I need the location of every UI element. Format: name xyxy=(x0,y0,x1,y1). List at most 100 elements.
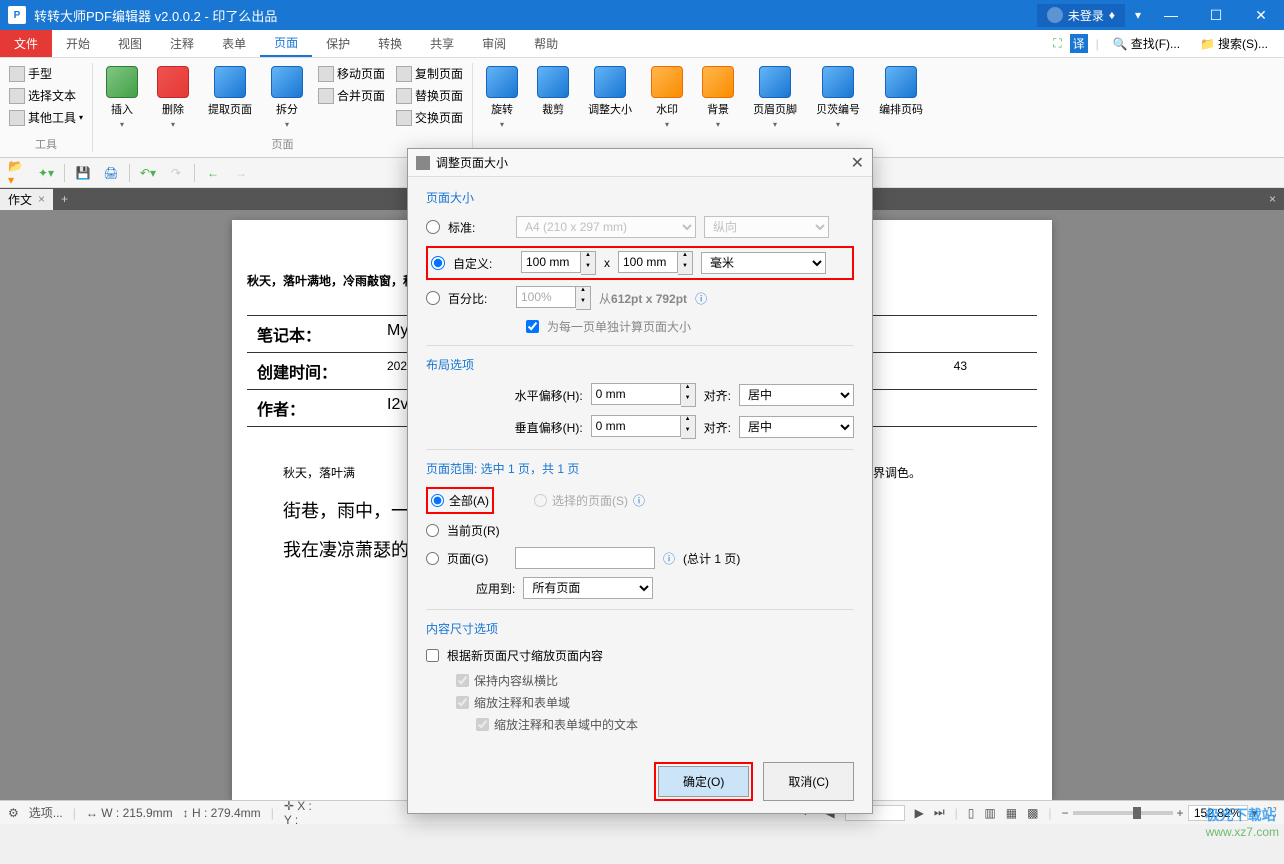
other-tools[interactable]: 其他工具 ▾ xyxy=(5,107,87,128)
custom-radio[interactable] xyxy=(431,256,445,270)
unit-select[interactable]: 毫米 xyxy=(701,252,826,274)
info-icon-3[interactable]: ⓘ xyxy=(663,550,675,567)
zoom-dropdown-icon[interactable]: ▾ xyxy=(1252,806,1258,820)
crop-button[interactable]: 裁剪 xyxy=(529,63,577,120)
layout-two-icon[interactable]: ▦ xyxy=(1006,806,1017,820)
redo-button[interactable]: ↷ xyxy=(166,163,186,183)
pages-radio[interactable] xyxy=(426,552,439,565)
v-offset-label: 垂直偏移(H): xyxy=(515,419,583,436)
copy-page[interactable]: 复制页面 xyxy=(392,63,467,84)
menu-convert[interactable]: 转换 xyxy=(364,30,416,57)
align-h-select[interactable]: 居中 xyxy=(739,384,854,406)
page-num-icon xyxy=(885,66,917,98)
ok-button[interactable]: 确定(O) xyxy=(658,766,749,797)
rotate-button[interactable]: 旋转▾ xyxy=(478,63,526,132)
width-spinner[interactable]: ▲▼ xyxy=(521,251,596,275)
standard-radio[interactable] xyxy=(426,220,440,234)
close-button[interactable]: ✕ xyxy=(1246,7,1276,24)
move-icon xyxy=(318,66,334,82)
dialog-close-button[interactable]: ✕ xyxy=(851,153,864,173)
options-button[interactable]: 选项... xyxy=(29,804,63,821)
menu-review[interactable]: 审阅 xyxy=(468,30,520,57)
login-area[interactable]: 未登录 ♦ xyxy=(1037,4,1125,27)
zoom-slider[interactable] xyxy=(1073,811,1173,815)
menu-view[interactable]: 视图 xyxy=(104,30,156,57)
menu-start[interactable]: 开始 xyxy=(52,30,104,57)
page-size-section-label: 页面大小 xyxy=(426,189,854,206)
selected-pages-radio[interactable] xyxy=(534,494,547,507)
find-button[interactable]: 🔍 查找(F)... xyxy=(1107,32,1186,55)
menu-help[interactable]: 帮助 xyxy=(520,30,572,57)
open-button[interactable]: 📂▾ xyxy=(8,163,28,183)
watermark-button[interactable]: 水印▾ xyxy=(643,63,691,132)
forward-button[interactable]: → xyxy=(231,163,251,183)
save-button[interactable]: 💾 xyxy=(73,163,93,183)
menu-protect[interactable]: 保护 xyxy=(312,30,364,57)
zoom-in-icon[interactable]: + xyxy=(1177,806,1184,820)
zoom-out-icon[interactable]: − xyxy=(1062,806,1069,820)
h-offset-spinner[interactable]: ▲▼ xyxy=(591,383,696,407)
maximize-button[interactable]: ☐ xyxy=(1201,7,1231,24)
nav-last-icon[interactable]: ⏭ xyxy=(934,805,945,820)
apply-to-select[interactable]: 所有页面 xyxy=(523,577,653,599)
menu-annotate[interactable]: 注释 xyxy=(156,30,208,57)
fullscreen-icon[interactable]: ⛶ xyxy=(1268,805,1276,820)
nav-next-icon[interactable]: ▶ xyxy=(915,806,924,820)
align-v-select[interactable]: 居中 xyxy=(739,416,854,438)
percent-radio[interactable] xyxy=(426,291,440,305)
info-icon[interactable]: ⓘ xyxy=(695,290,707,307)
swap-page[interactable]: 交换页面 xyxy=(392,107,467,128)
menu-page[interactable]: 页面 xyxy=(260,30,312,57)
undo-button[interactable]: ↶▾ xyxy=(138,163,158,183)
search-button[interactable]: 📁 搜索(S)... xyxy=(1194,32,1274,55)
layout-cont-icon[interactable]: ▥ xyxy=(984,806,995,820)
layout-single-icon[interactable]: ▯ xyxy=(968,806,975,820)
v-offset-spinner[interactable]: ▲▼ xyxy=(591,415,696,439)
scale-annot-label: 缩放注释和表单域 xyxy=(474,694,570,711)
menu-file[interactable]: 文件 xyxy=(0,30,52,57)
move-page[interactable]: 移动页面 xyxy=(314,63,389,84)
calc-each-checkbox[interactable] xyxy=(526,320,539,333)
pages-input[interactable] xyxy=(515,547,655,569)
merge-page[interactable]: 合并页面 xyxy=(314,85,389,106)
menu-share[interactable]: 共享 xyxy=(416,30,468,57)
back-button[interactable]: ← xyxy=(203,163,223,183)
height-spinner[interactable]: ▲▼ xyxy=(618,251,693,275)
document-tab[interactable]: 作文 × xyxy=(0,189,53,210)
menu-form[interactable]: 表单 xyxy=(208,30,260,57)
add-tab-button[interactable]: + xyxy=(53,192,76,206)
split-button[interactable]: 拆分▾ xyxy=(263,63,311,132)
current-page-radio[interactable] xyxy=(426,524,439,537)
watermark-icon xyxy=(651,66,683,98)
new-button[interactable]: ✦▾ xyxy=(36,163,56,183)
page-num-button[interactable]: 编排页码 xyxy=(871,63,931,120)
resize-button[interactable]: 调整大小 xyxy=(580,63,640,120)
print-button[interactable]: 🖨 xyxy=(101,163,121,183)
fit-icon[interactable]: ⛶ xyxy=(1053,36,1061,51)
header-footer-button[interactable]: 页眉页脚▾ xyxy=(745,63,805,132)
extract-button[interactable]: 提取页面 xyxy=(200,63,260,120)
tab-close-icon[interactable]: × xyxy=(38,192,45,206)
gear-icon[interactable]: ⚙ xyxy=(8,806,19,820)
dropdown-icon[interactable]: ▾ xyxy=(1135,8,1141,22)
insert-button[interactable]: 插入▾ xyxy=(98,63,146,132)
percent-spinner[interactable]: ▲▼ xyxy=(516,286,591,310)
select-text-tool[interactable]: 选择文本 xyxy=(5,85,87,106)
standard-select[interactable]: A4 (210 x 297 mm) xyxy=(516,216,696,238)
orientation-select[interactable]: 纵向 xyxy=(704,216,829,238)
translate-icon[interactable]: 译 xyxy=(1070,34,1088,53)
delete-button[interactable]: 删除▾ xyxy=(149,63,197,132)
minimize-button[interactable]: — xyxy=(1156,7,1186,24)
tabbar-close-icon[interactable]: × xyxy=(1261,192,1284,206)
copy-icon xyxy=(396,66,412,82)
scale-content-checkbox[interactable] xyxy=(426,649,439,662)
info-icon-2[interactable]: ⓘ xyxy=(633,492,645,509)
zoom-input[interactable] xyxy=(1188,805,1248,821)
replace-page[interactable]: 替换页面 xyxy=(392,85,467,106)
bates-button[interactable]: 贝茨编号▾ xyxy=(808,63,868,132)
all-pages-radio[interactable] xyxy=(431,494,444,507)
hand-tool[interactable]: 手型 xyxy=(5,63,87,84)
layout-two-cont-icon[interactable]: ▩ xyxy=(1027,806,1038,820)
background-button[interactable]: 背景▾ xyxy=(694,63,742,132)
cancel-button[interactable]: 取消(C) xyxy=(763,762,854,801)
